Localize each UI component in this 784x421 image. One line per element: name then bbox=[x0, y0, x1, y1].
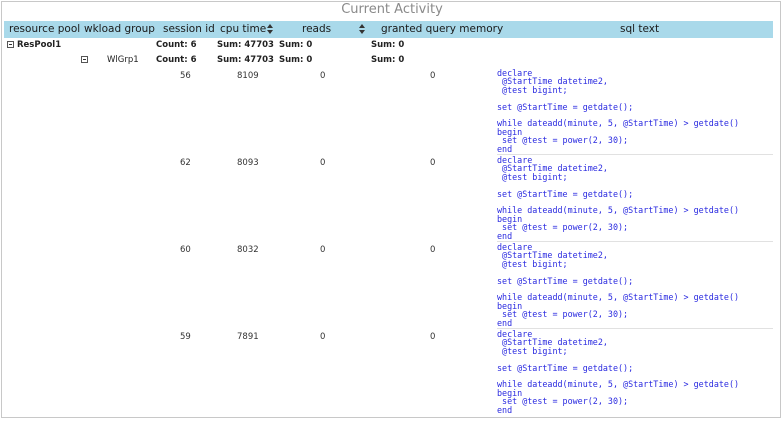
session-id-cell: 60 bbox=[180, 245, 191, 255]
col-header-resource-pool[interactable]: resource pool bbox=[9, 23, 80, 35]
col-header-workload-group[interactable]: wkload group bbox=[84, 23, 155, 35]
report-title: Current Activity bbox=[341, 2, 443, 17]
pool-reads-sum: Sum: 0 bbox=[279, 40, 313, 50]
group-count: Count: 6 bbox=[156, 55, 197, 65]
session-id-cell: 59 bbox=[180, 332, 191, 342]
granted-memory-cell: 0 bbox=[430, 71, 436, 81]
cpu-time-cell: 8032 bbox=[237, 245, 259, 255]
cpu-time-cell: 8093 bbox=[237, 158, 259, 168]
reads-cell: 0 bbox=[320, 332, 326, 342]
pool-count: Count: 6 bbox=[156, 40, 197, 50]
pool-memory-sum: Sum: 0 bbox=[371, 40, 405, 50]
group-reads-sum: Sum: 0 bbox=[279, 55, 313, 65]
cpu-time-cell: 8109 bbox=[237, 71, 259, 81]
table-header: resource pool wkload group session id cp… bbox=[4, 21, 773, 38]
col-header-sql-text[interactable]: sql text bbox=[620, 23, 659, 35]
row-divider bbox=[497, 241, 773, 242]
granted-memory-cell: 0 bbox=[430, 332, 436, 342]
col-header-cpu-time[interactable]: cpu time bbox=[220, 23, 266, 35]
group-cpu-sum: Sum: 47703 bbox=[217, 55, 274, 65]
group-name: WlGrp1 bbox=[107, 55, 139, 65]
sql-text-cell: declare @StartTime datetime2, @test bigi… bbox=[497, 68, 740, 154]
group-memory-sum: Sum: 0 bbox=[371, 55, 405, 65]
row-divider bbox=[497, 154, 773, 155]
collapse-pool-icon[interactable] bbox=[7, 41, 14, 48]
sql-text-cell: declare @StartTime datetime2, @test bigi… bbox=[497, 242, 740, 328]
granted-memory-cell: 0 bbox=[430, 245, 436, 255]
sort-cpu-time-icon[interactable] bbox=[267, 24, 273, 35]
pool-cpu-sum: Sum: 47703 bbox=[217, 40, 274, 50]
col-header-reads[interactable]: reads bbox=[302, 23, 331, 35]
reads-cell: 0 bbox=[320, 158, 326, 168]
granted-memory-cell: 0 bbox=[430, 158, 436, 168]
row-divider bbox=[497, 328, 773, 329]
cpu-time-cell: 7891 bbox=[237, 332, 259, 342]
col-header-granted-memory[interactable]: granted query memory bbox=[381, 23, 503, 35]
session-id-cell: 62 bbox=[180, 158, 191, 168]
pool-name: ResPool1 bbox=[17, 40, 62, 50]
reads-cell: 0 bbox=[320, 245, 326, 255]
collapse-group-icon[interactable] bbox=[81, 56, 88, 63]
sql-text-cell: declare @StartTime datetime2, @test bigi… bbox=[497, 329, 740, 415]
session-id-cell: 56 bbox=[180, 71, 191, 81]
sql-text-cell: declare @StartTime datetime2, @test bigi… bbox=[497, 155, 740, 241]
sort-reads-icon[interactable] bbox=[359, 24, 365, 35]
reads-cell: 0 bbox=[320, 71, 326, 81]
col-header-session-id[interactable]: session id bbox=[163, 23, 215, 35]
